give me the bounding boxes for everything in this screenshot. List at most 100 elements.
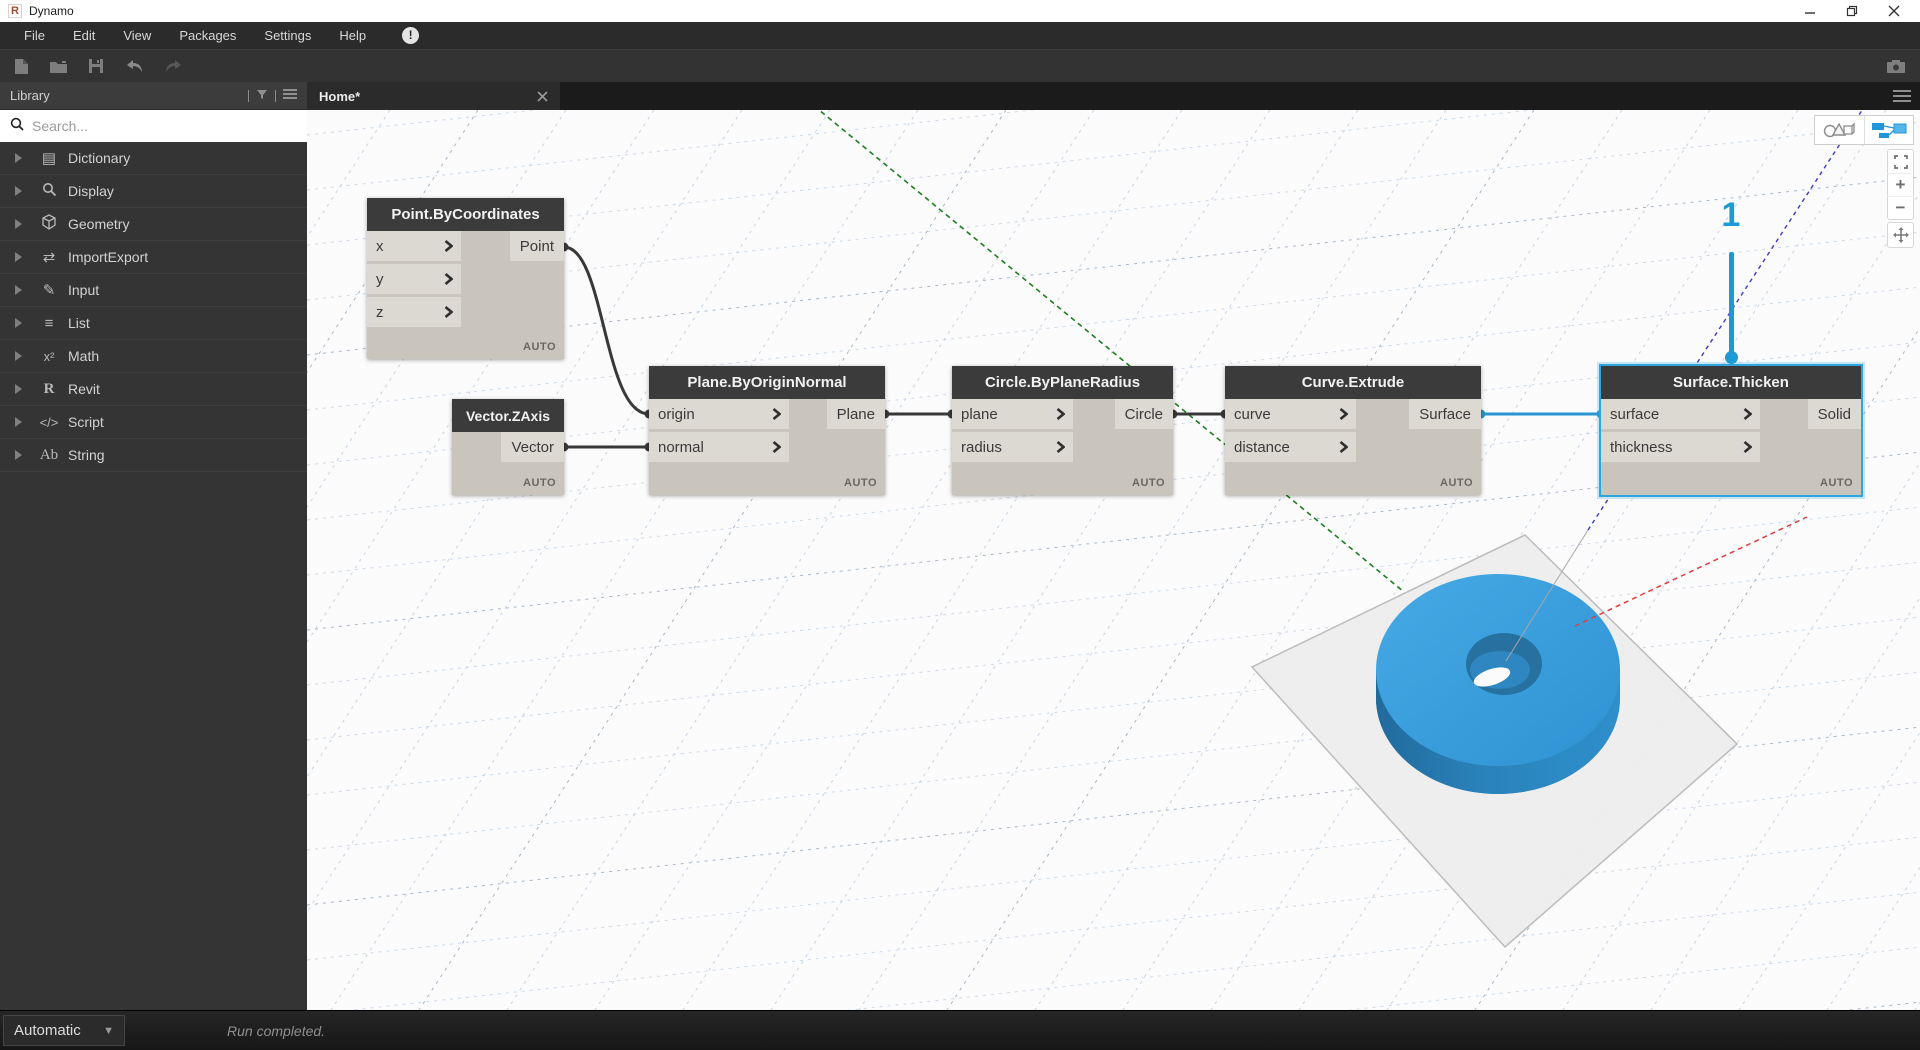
library-panel: Library ▤ Dictionary Displ xyxy=(0,82,307,1010)
output-port-point[interactable]: Point xyxy=(510,231,564,261)
input-port-curve[interactable]: curve xyxy=(1225,399,1356,429)
save-button[interactable] xyxy=(88,58,104,74)
node-title[interactable]: Surface.Thicken xyxy=(1601,366,1861,399)
expander-arrow-icon[interactable] xyxy=(15,384,22,394)
library-item-math[interactable]: x² Math xyxy=(0,340,307,373)
library-item-script[interactable]: </> Script xyxy=(0,406,307,439)
library-item-importexport[interactable]: ⇄ ImportExport xyxy=(0,241,307,274)
node-title[interactable]: Point.ByCoordinates xyxy=(367,198,564,231)
output-port-circle[interactable]: Circle xyxy=(1115,399,1173,429)
menu-view[interactable]: View xyxy=(109,22,165,49)
zoom-in-button[interactable]: + xyxy=(1887,173,1914,196)
expander-arrow-icon[interactable] xyxy=(15,285,22,295)
divider xyxy=(275,90,276,102)
node-plane-byoriginnormal[interactable]: Plane.ByOriginNormal origin normal Plane… xyxy=(649,366,885,495)
library-item-display[interactable]: Display xyxy=(0,175,307,208)
library-search[interactable] xyxy=(0,110,307,142)
title-bar: R Dynamo xyxy=(0,0,1920,22)
search-input[interactable] xyxy=(32,118,297,134)
input-port-x[interactable]: x xyxy=(367,231,461,261)
input-port-distance[interactable]: distance xyxy=(1225,432,1356,462)
node-title[interactable]: Vector.ZAxis xyxy=(452,399,564,432)
menu-file[interactable]: File xyxy=(10,22,59,49)
output-port-surface[interactable]: Surface xyxy=(1409,399,1481,429)
node-title[interactable]: Plane.ByOriginNormal xyxy=(649,366,885,399)
code-icon: </> xyxy=(36,415,62,430)
expander-arrow-icon[interactable] xyxy=(15,219,22,229)
node-point-bycoordinates[interactable]: Point.ByCoordinates x y z Point AUTO xyxy=(367,198,564,359)
lacing-badge: AUTO xyxy=(1132,477,1165,489)
step-marker-dot xyxy=(1725,351,1738,364)
library-item-revit[interactable]: R Revit xyxy=(0,373,307,406)
node-surface-thicken[interactable]: Surface.Thicken surface thickness Solid … xyxy=(1601,366,1861,495)
open-file-button[interactable] xyxy=(49,59,68,74)
node-title[interactable]: Curve.Extrude xyxy=(1225,366,1481,399)
window-restore-button[interactable] xyxy=(1846,5,1858,17)
input-port-plane[interactable]: plane xyxy=(952,399,1073,429)
expander-arrow-icon[interactable] xyxy=(15,351,22,361)
axis-y-green xyxy=(807,110,1404,592)
output-port-vector[interactable]: Vector xyxy=(501,432,564,462)
output-port-solid[interactable]: Solid xyxy=(1808,399,1861,429)
expander-arrow-icon[interactable] xyxy=(15,450,22,460)
graph-canvas[interactable]: Point.ByCoordinates x y z Point AUTO Vec… xyxy=(307,110,1920,1010)
menu-help[interactable]: Help xyxy=(325,22,380,49)
node-circle-byplaneradius[interactable]: Circle.ByPlaneRadius plane radius Circle… xyxy=(952,366,1173,495)
library-item-list[interactable]: ≡ List xyxy=(0,307,307,340)
undo-button[interactable] xyxy=(124,59,144,74)
library-item-geometry[interactable]: Geometry xyxy=(0,208,307,241)
expander-arrow-icon[interactable] xyxy=(15,252,22,262)
library-item-dictionary[interactable]: ▤ Dictionary xyxy=(0,142,307,175)
book-icon: ▤ xyxy=(36,149,62,167)
chevron-right-icon xyxy=(1339,441,1348,453)
expander-arrow-icon[interactable] xyxy=(15,318,22,328)
graph-view-button[interactable] xyxy=(1864,116,1913,144)
expander-arrow-icon[interactable] xyxy=(15,186,22,196)
library-menu-icon[interactable] xyxy=(283,87,297,105)
window-close-button[interactable] xyxy=(1888,5,1900,17)
chevron-down-icon: ▼ xyxy=(103,1025,114,1037)
node-title[interactable]: Circle.ByPlaneRadius xyxy=(952,366,1173,399)
library-item-input[interactable]: ✎ Input xyxy=(0,274,307,307)
input-port-radius[interactable]: radius xyxy=(952,432,1073,462)
library-filter-icon[interactable] xyxy=(256,87,268,105)
tab-close-icon[interactable] xyxy=(537,91,548,102)
expander-arrow-icon[interactable] xyxy=(15,153,22,163)
chevron-right-icon xyxy=(444,306,453,318)
notifications-icon[interactable]: ! xyxy=(402,27,419,44)
node-curve-extrude[interactable]: Curve.Extrude curve distance Surface AUT… xyxy=(1225,366,1481,495)
lacing-badge: AUTO xyxy=(1820,477,1853,489)
menu-settings[interactable]: Settings xyxy=(250,22,325,49)
output-port-plane[interactable]: Plane xyxy=(827,399,885,429)
revit-r-icon: R xyxy=(36,381,62,398)
menu-bar: File Edit View Packages Settings Help ! xyxy=(0,22,1920,49)
expander-arrow-icon[interactable] xyxy=(15,417,22,427)
input-port-surface[interactable]: surface xyxy=(1601,399,1760,429)
app-title: Dynamo xyxy=(29,4,74,18)
tab-home[interactable]: Home* xyxy=(307,82,560,110)
library-item-string[interactable]: Ab String xyxy=(0,439,307,472)
x-squared-icon: x² xyxy=(36,349,62,364)
chevron-right-icon xyxy=(1743,408,1752,420)
redo-button[interactable] xyxy=(164,59,184,74)
zoom-fit-button[interactable] xyxy=(1887,150,1914,173)
run-mode-dropdown[interactable]: Automatic ▼ xyxy=(3,1015,125,1046)
input-port-normal[interactable]: normal xyxy=(649,432,789,462)
ab-icon: Ab xyxy=(36,447,62,464)
input-port-z[interactable]: z xyxy=(367,297,461,327)
step-marker-line xyxy=(1729,252,1734,356)
zoom-out-button[interactable]: − xyxy=(1887,196,1914,219)
workspace-menu-icon[interactable] xyxy=(1893,90,1920,102)
input-port-thickness[interactable]: thickness xyxy=(1601,432,1760,462)
pan-button[interactable] xyxy=(1887,222,1914,248)
menu-edit[interactable]: Edit xyxy=(59,22,109,49)
menu-packages[interactable]: Packages xyxy=(165,22,250,49)
window-minimize-button[interactable] xyxy=(1804,5,1816,17)
divider xyxy=(248,90,249,102)
input-port-y[interactable]: y xyxy=(367,264,461,294)
input-port-origin[interactable]: origin xyxy=(649,399,789,429)
node-vector-zaxis[interactable]: Vector.ZAxis Vector AUTO xyxy=(452,399,564,495)
export-workspace-image-button[interactable] xyxy=(1886,59,1906,74)
new-file-button[interactable] xyxy=(14,58,29,75)
geometry-view-button[interactable] xyxy=(1815,116,1864,144)
